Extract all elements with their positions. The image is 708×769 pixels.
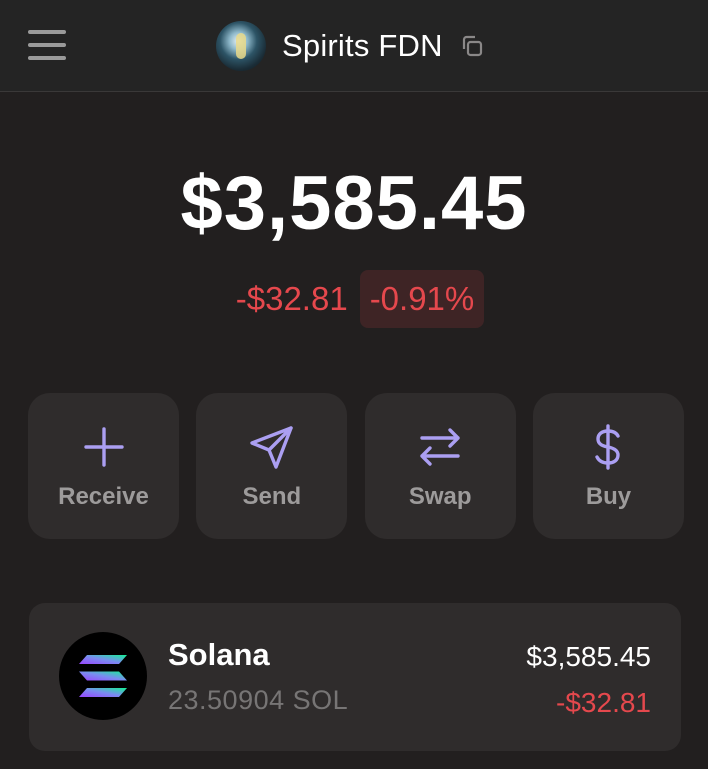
portfolio-change: -$32.81 -0.91% [0, 270, 708, 328]
hamburger-menu-icon[interactable] [28, 28, 66, 62]
solana-logo-glyph [79, 655, 127, 697]
header: Spirits FDN [0, 0, 708, 92]
solana-logo-icon [59, 632, 147, 720]
plus-icon [83, 427, 124, 467]
swap-icon [420, 428, 460, 466]
receive-button[interactable]: Receive [28, 393, 179, 539]
account-name: Spirits FDN [282, 28, 443, 63]
wallet-app: Spirits FDN $3,585.45 -$32.81 -0.91% Rec… [0, 0, 708, 769]
menu-line [28, 56, 66, 60]
send-label: Send [242, 483, 302, 510]
change-percent-badge: -0.91% [359, 270, 485, 328]
action-buttons: Receive Send Swap Buy [28, 393, 684, 539]
token-value: $3,585.45 [526, 641, 651, 672]
receive-label: Receive [58, 483, 149, 510]
token-change: -$32.81 [556, 687, 651, 718]
send-icon [250, 426, 293, 469]
token-name: Solana [168, 637, 270, 672]
account-avatar [216, 21, 266, 71]
copy-icon[interactable] [459, 33, 485, 59]
portfolio-balance: $3,585.45 [180, 161, 528, 246]
swap-button[interactable]: Swap [364, 393, 516, 539]
dollar-icon [595, 424, 621, 470]
buy-label: Buy [585, 483, 632, 510]
account-selector[interactable]: Spirits FDN [216, 20, 485, 72]
send-button[interactable]: Send [196, 393, 348, 539]
change-amount: -$32.81 [235, 280, 348, 317]
menu-line [28, 30, 66, 34]
token-balance: 23.50904 SOL [168, 685, 349, 715]
token-row-solana[interactable]: Solana 23.50904 SOL $3,585.45 -$32.81 [29, 603, 681, 751]
swap-label: Swap [408, 483, 472, 510]
buy-button[interactable]: Buy [532, 393, 684, 539]
menu-line [28, 43, 66, 47]
